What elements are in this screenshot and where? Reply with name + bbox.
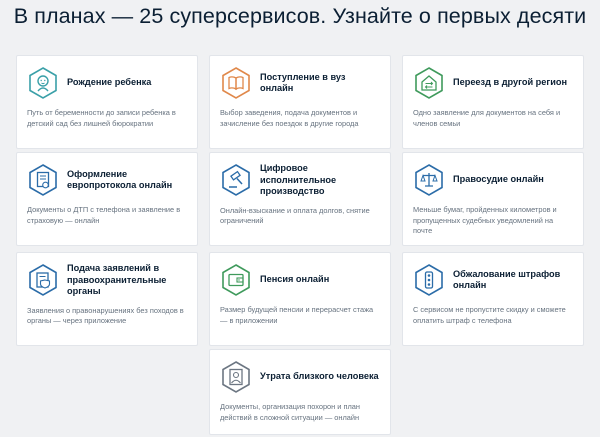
card-description: Документы о ДТП с телефона и заявление в…: [27, 205, 181, 225]
card-title: Утрата близкого человека: [260, 371, 379, 382]
service-card-europrotocol[interactable]: Оформление европротокола онлайн Документ…: [16, 152, 198, 246]
services-grid: Рождение ребенка Путь от беременности до…: [0, 0, 600, 437]
card-description: Путь от беременности до записи ребенка в…: [27, 108, 176, 128]
service-card-university[interactable]: Поступление в вуз онлайн Выбор заведения…: [209, 55, 391, 149]
card-description: Онлайн-взыскание и оплата долгов, снятие…: [220, 205, 370, 226]
card-description: С сервисом не пропустите скидку и сможет…: [413, 305, 566, 325]
service-card-enforcement[interactable]: Цифровое исполнительное производство Онл…: [209, 152, 391, 246]
service-card-birth[interactable]: Рождение ребенка Путь от беременности до…: [16, 55, 198, 149]
wallet-icon: [220, 263, 252, 297]
book-icon: [220, 66, 252, 100]
house-arrows-icon: [413, 66, 445, 100]
service-card-law-enforcement[interactable]: Подача заявлений в правоохранительные ор…: [16, 252, 198, 346]
card-title: Правосудие онлайн: [453, 174, 544, 185]
service-card-pension[interactable]: Пенсия онлайн Размер будущей пенсии и пе…: [209, 252, 391, 346]
baby-icon: [27, 66, 59, 100]
document-stamp-icon: [27, 163, 59, 197]
service-card-fines[interactable]: Обжалование штрафов онлайн С сервисом не…: [402, 252, 584, 346]
card-description: Заявления о правонарушениях без походов …: [27, 305, 184, 326]
service-card-bereavement[interactable]: Утрата близкого человека Документы, орга…: [209, 349, 391, 435]
service-card-relocation[interactable]: Переезд в другой регион Одно заявление д…: [402, 55, 584, 149]
card-title: Поступление в вуз онлайн: [260, 71, 346, 94]
card-title: Обжалование штрафов онлайн: [453, 268, 561, 291]
badge-document-icon: [27, 263, 59, 297]
card-description: Одно заявление для документов на себя и …: [413, 108, 561, 128]
portrait-icon: [220, 360, 252, 394]
traffic-light-icon: [413, 263, 445, 297]
gavel-icon: [220, 163, 252, 197]
card-title: Подача заявлений в правоохранительные ор…: [67, 263, 167, 296]
scales-icon: [413, 163, 445, 197]
card-title: Оформление европротокола онлайн: [67, 168, 173, 191]
service-card-justice[interactable]: Правосудие онлайн Меньше бумаг, пройденн…: [402, 152, 584, 246]
card-title: Рождение ребенка: [67, 77, 152, 88]
card-description: Размер будущей пенсии и перерасчет стажа…: [220, 305, 374, 325]
card-title: Переезд в другой регион: [453, 77, 568, 88]
card-description: Документы, организация похорон и план де…: [220, 402, 360, 422]
card-title: Пенсия онлайн: [260, 274, 330, 285]
card-description: Выбор заведения, подача документов и зач…: [220, 108, 359, 128]
card-description: Меньше бумаг, пройденных километров и пр…: [413, 205, 557, 235]
card-title: Цифровое исполнительное производство: [260, 163, 337, 196]
